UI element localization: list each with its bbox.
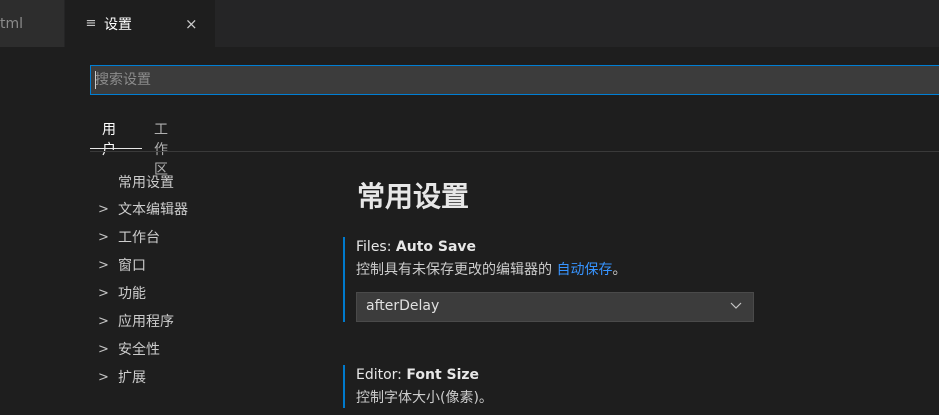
settings-editor: 用户 工作区 常用设置 > 文本编辑器 > 工作台 > 窗口 > 功能 > 应用… (0, 47, 939, 415)
toc-item-extensions[interactable]: > 扩展 (90, 366, 146, 388)
tab-user[interactable]: 用户 (102, 119, 116, 159)
setting-title: Editor: Font Size (356, 365, 776, 385)
auto-save-link[interactable]: 自动保存 (556, 262, 612, 278)
setting-description: 控制具有未保存更改的编辑器的 自动保存。 (356, 260, 776, 280)
tab-label: 设置 (104, 16, 132, 33)
tab-label: tml (0, 15, 24, 32)
setting-files-auto-save: Files: Auto Save 控制具有未保存更改的编辑器的 自动保存。 af… (343, 237, 776, 322)
setting-desc-text: 控制字体大小(像素)。 (356, 390, 493, 406)
tab-settings[interactable]: ≡ 设置 × (65, 0, 215, 47)
auto-save-select[interactable]: afterDelay (356, 292, 754, 322)
search-input[interactable] (95, 69, 925, 91)
toc-item-label: 功能 (118, 286, 146, 302)
editor-tab-bar: tml ≡ 设置 × (0, 0, 939, 47)
chevron-right-icon: > (98, 257, 109, 273)
setting-name: Auto Save (395, 239, 477, 255)
chevron-right-icon: > (98, 285, 109, 301)
section-title: 常用设置 (357, 180, 470, 213)
toc-item-commonly-used[interactable]: 常用设置 (90, 171, 174, 193)
select-value: afterDelay (366, 298, 440, 314)
setting-editor-font-size: Editor: Font Size 控制字体大小(像素)。 (343, 365, 776, 408)
toc-item-label: 安全性 (118, 342, 160, 358)
tab-html-file[interactable]: tml (0, 0, 65, 47)
toc-item-features[interactable]: > 功能 (90, 282, 146, 304)
chevron-right-icon: > (98, 369, 109, 385)
chevron-right-icon: > (98, 341, 109, 357)
chevron-right-icon: > (98, 201, 109, 217)
chevron-down-icon (730, 302, 742, 309)
header-divider (90, 151, 939, 152)
setting-desc-text: 控制具有未保存更改的编辑器的 (356, 262, 557, 278)
setting-category: Files: (356, 239, 396, 255)
text-cursor (95, 71, 96, 89)
chevron-right-icon: > (98, 313, 109, 329)
toc-item-label: 窗口 (118, 258, 146, 274)
setting-name: Font Size (406, 367, 480, 383)
setting-title: Files: Auto Save (356, 237, 776, 257)
toc-item-workbench[interactable]: > 工作台 (90, 226, 160, 248)
toc-item-label: 扩展 (118, 370, 146, 386)
settings-file-icon: ≡ (85, 16, 97, 31)
toc-item-label: 常用设置 (118, 175, 174, 191)
setting-category: Editor: (356, 367, 407, 383)
tab-workspace[interactable]: 工作区 (154, 119, 168, 179)
toc-item-application[interactable]: > 应用程序 (90, 310, 174, 332)
toc-item-text-editor[interactable]: > 文本编辑器 (90, 198, 188, 220)
setting-desc-suffix: 。 (612, 262, 627, 278)
close-icon[interactable]: × (185, 15, 198, 33)
toc-item-window[interactable]: > 窗口 (90, 254, 146, 276)
chevron-right-icon: > (98, 229, 109, 245)
toc-item-label: 工作台 (118, 230, 160, 246)
settings-search-box[interactable] (90, 65, 939, 95)
toc-item-security[interactable]: > 安全性 (90, 338, 160, 360)
toc-item-label: 文本编辑器 (118, 202, 188, 218)
toc-item-label: 应用程序 (118, 314, 174, 330)
setting-description: 控制字体大小(像素)。 (356, 388, 776, 408)
active-tab-underline (90, 148, 142, 149)
